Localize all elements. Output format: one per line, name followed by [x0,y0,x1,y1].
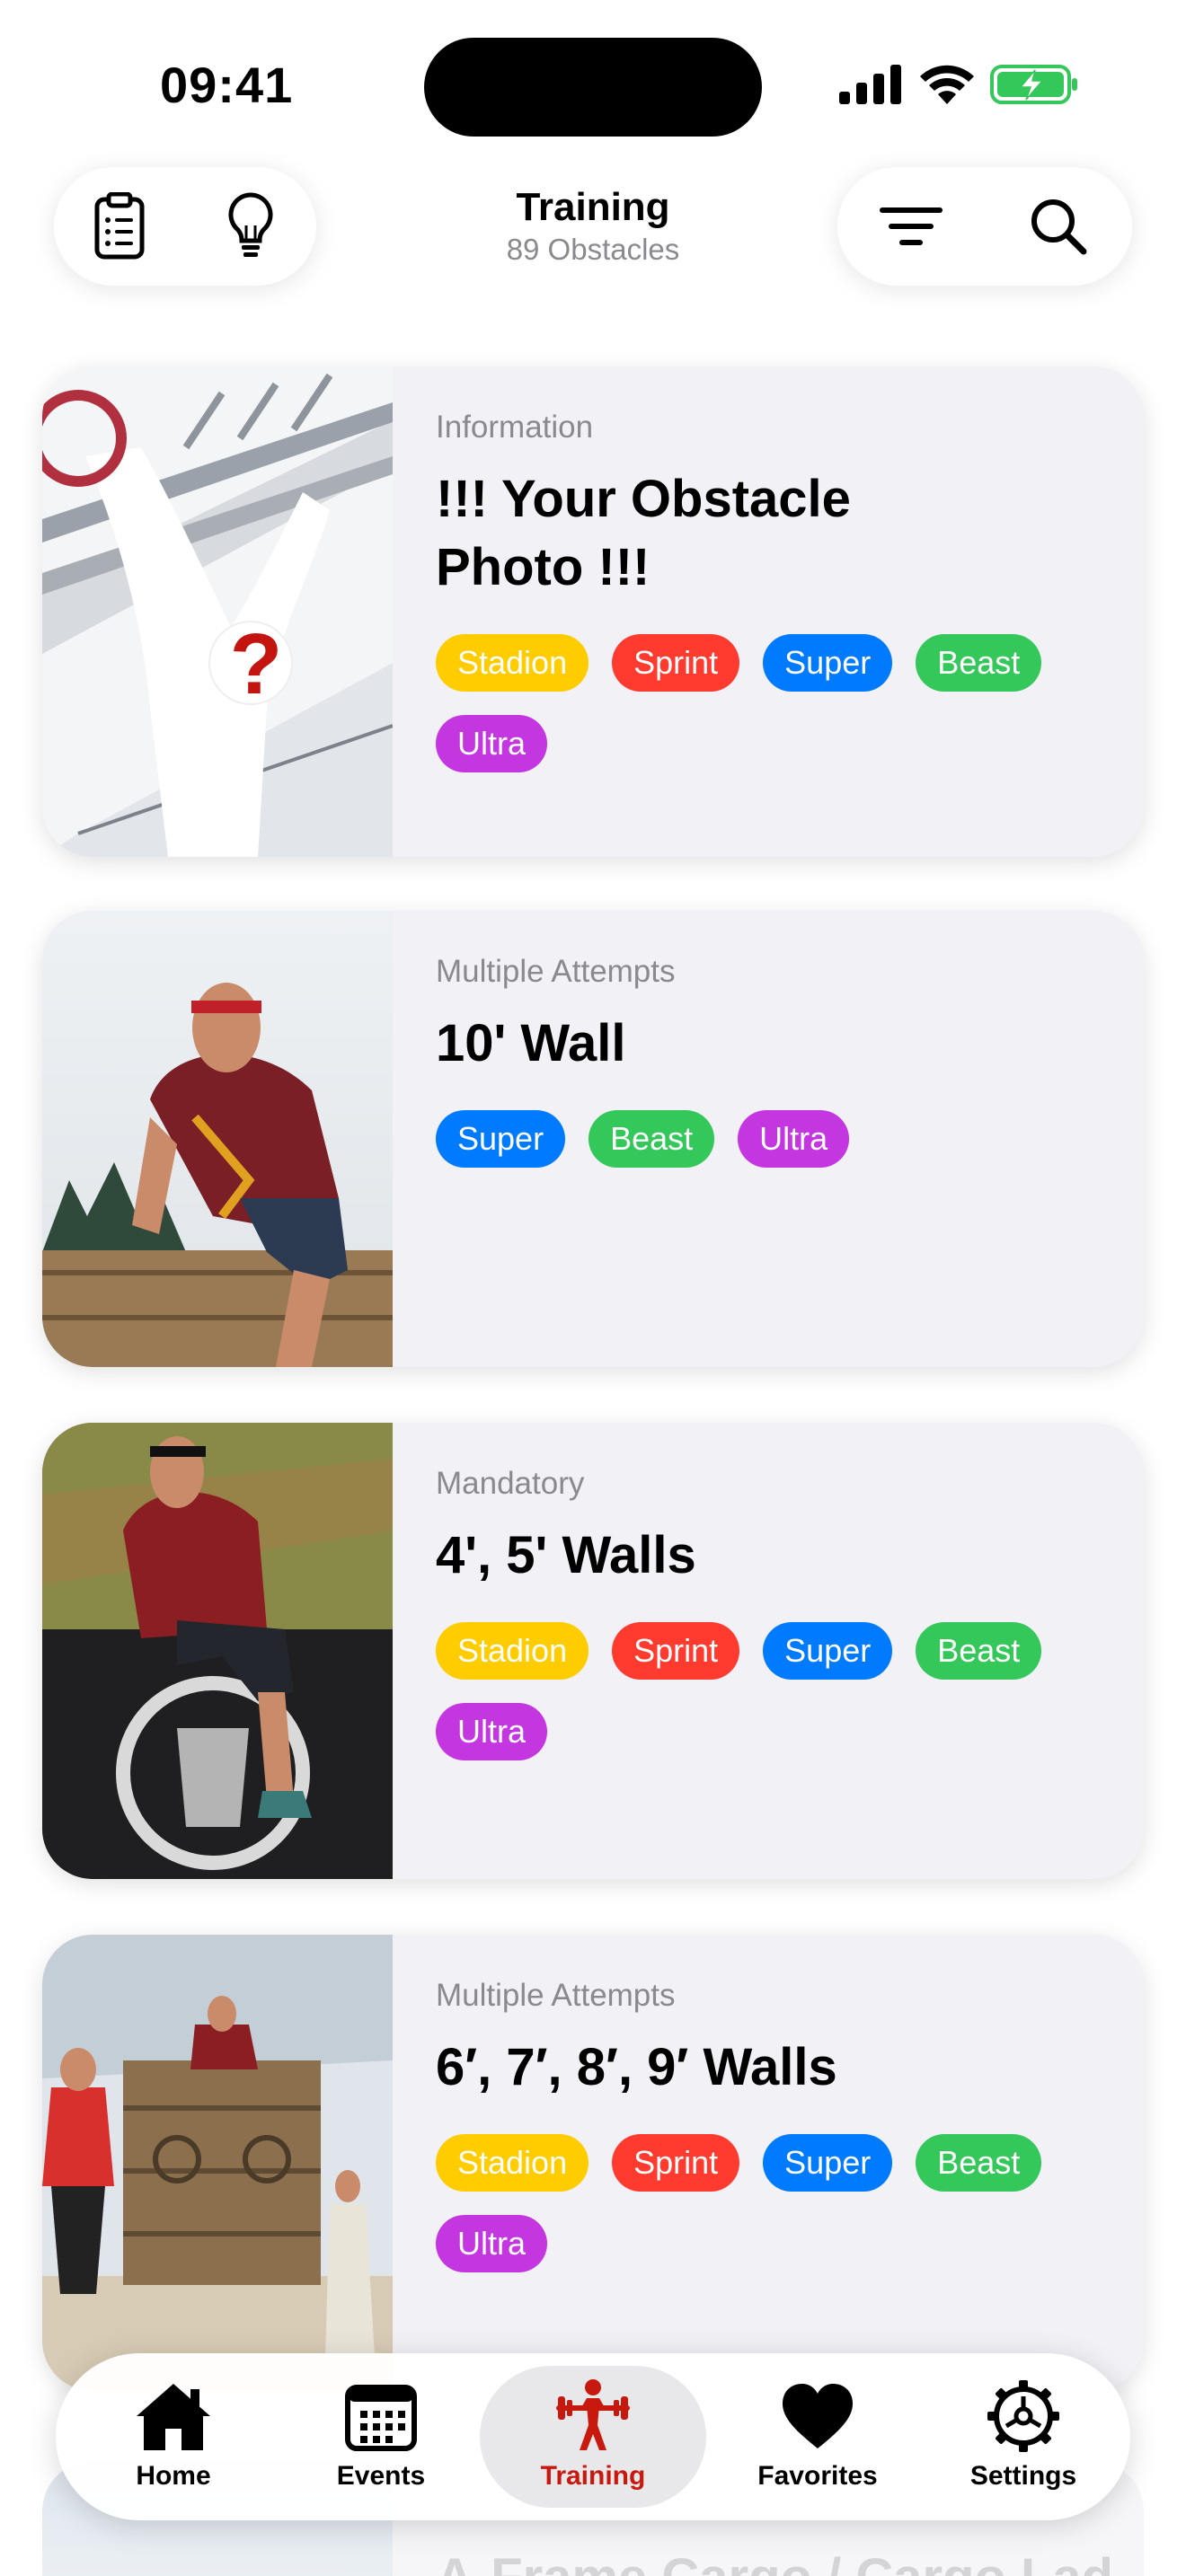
race-tags: Stadion Sprint Super Beast Ultra [436,2134,1083,2272]
race-tag-stadion: Stadion [436,2134,589,2192]
race-tag-sprint: Sprint [612,634,740,692]
race-tag-super: Super [763,2134,893,2192]
card-title: A-Frame Cargo / Cargo Lad [436,2547,1113,2576]
card-body: Mandatory 4', 5' Walls Stadion Sprint Supe… [436,1464,1108,1760]
dynamic-island [424,38,762,137]
tab-label: Events [336,2461,426,2491]
tab-training[interactable]: Training [480,2366,706,2508]
page-title: Training [516,185,670,229]
obstacle-card[interactable]: Multiple Attempts 6′, 7′, 8′, 9′ Walls S… [42,1935,1144,2391]
race-tags: Stadion Sprint Super Beast Ultra [436,1622,1083,1760]
race-tag-ultra: Ultra [738,1110,850,1168]
card-title: !!! Your Obstacle Photo !!! [436,470,851,596]
race-tags: Super Beast Ultra [436,1110,1083,1168]
card-title: 6′, 7′, 8′, 9′ Walls [436,2038,837,2096]
race-tag-stadion: Stadion [436,1622,589,1680]
obstacle-photo: ? [42,366,393,857]
card-category: Mandatory [436,1466,585,1501]
card-category: Multiple Attempts [436,1978,676,2013]
header-title-block: Training 89 Obstacles [413,183,773,268]
race-tag-ultra: Ultra [436,715,548,772]
race-tag-ultra: Ultra [436,1703,548,1760]
obstacle-photo [42,1423,393,1879]
race-tag-beast: Beast [916,1622,1042,1680]
card-category: Multiple Attempts [436,954,676,989]
race-tag-super: Super [763,1622,893,1680]
clipboard-list-icon [94,192,145,260]
lightbulb-icon [228,192,273,257]
status-time: 09:41 [160,57,294,113]
tab-bar: Home Events Training Favorites Settings [56,2353,1130,2520]
tab-label: Settings [969,2461,1077,2491]
tab-label: Training [540,2461,646,2491]
tab-label: Home [136,2461,211,2491]
card-body: Information !!! Your Obstacle Photo !!! … [436,408,1108,772]
obstacle-photo [42,911,393,1367]
status-bar: 09:41 [0,0,1186,171]
battery-charging-icon [990,65,1077,104]
obstacle-count: 89 Obstacles [506,233,680,266]
race-tag-beast: Beast [916,2134,1042,2192]
heart-icon [783,2384,853,2448]
filter-button[interactable] [871,186,951,267]
obstacle-card[interactable]: ? Information !!! Your Obstacle Photo !!… [42,366,1144,857]
race-tag-sprint: Sprint [612,2134,740,2192]
header-right-group [837,167,1132,286]
tab-home[interactable]: Home [70,2366,277,2508]
race-tag-super: Super [436,1110,566,1168]
header-left-group [54,167,316,286]
obstacle-card[interactable]: Multiple Attempts 10' Wall Super Beast Ult… [42,911,1144,1367]
card-category: Information [436,410,594,445]
obstacle-card[interactable]: Mandatory 4', 5' Walls Stadion Sprint Supe… [42,1423,1144,1879]
race-tag-stadion: Stadion [436,634,589,692]
cellular-signal-icon [839,65,901,104]
tab-events[interactable]: Events [278,2366,484,2508]
card-title: 4', 5' Walls [436,1526,696,1584]
race-tag-sprint: Sprint [612,1622,740,1680]
race-tag-super: Super [763,634,893,692]
race-tags: Stadion Sprint Super Beast Ultra [436,634,1083,772]
notes-button[interactable] [79,186,160,267]
house-icon [137,2384,210,2450]
race-tag-beast: Beast [589,1110,715,1168]
card-body: Multiple Attempts 10' Wall Super Beast Ult… [436,952,1108,1168]
card-title: 10' Wall [436,1014,626,1072]
card-body: Multiple Attempts 6′, 7′, 8′, 9′ Walls S… [436,1976,1108,2272]
tab-favorites[interactable]: Favorites [714,2366,921,2508]
tips-button[interactable] [210,186,291,267]
tab-settings[interactable]: Settings [920,2366,1127,2508]
race-tag-ultra: Ultra [436,2215,548,2272]
weightlifter-icon [556,2379,630,2450]
gear-icon [987,2380,1059,2452]
search-icon [1031,199,1087,255]
race-tag-beast: Beast [916,634,1042,692]
svg-text:?: ? [230,616,283,712]
calendar-icon [345,2385,417,2451]
wifi-icon [920,65,974,104]
filter-lines-icon [880,207,943,245]
obstacle-photo [42,1935,393,2391]
search-button[interactable] [1018,186,1099,267]
tab-label: Favorites [757,2461,878,2491]
